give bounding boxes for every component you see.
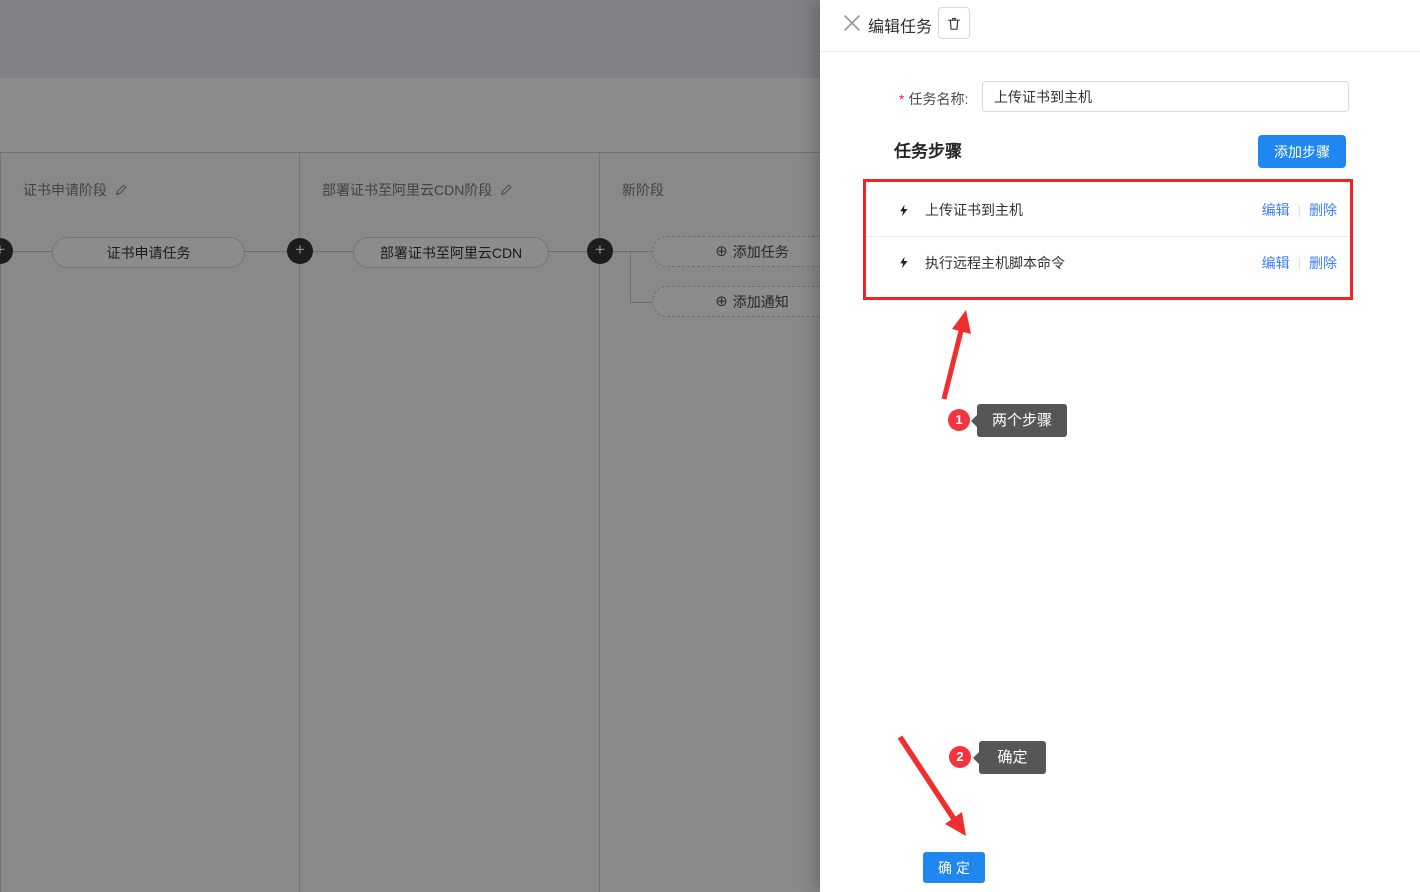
task-name-input[interactable] <box>982 81 1349 112</box>
step-label: 执行远程主机脚本命令 <box>925 253 1262 273</box>
add-step-button[interactable]: 添加步骤 <box>1258 135 1346 168</box>
close-icon[interactable] <box>844 15 860 31</box>
step-label: 上传证书到主机 <box>925 200 1262 220</box>
link-separator: | <box>1298 255 1301 270</box>
required-asterisk: * <box>899 91 904 107</box>
drawer-title: 编辑任务 <box>868 13 932 37</box>
delete-step-link[interactable]: 删除 <box>1309 200 1337 220</box>
annotation-badge-2: 2 <box>949 746 971 768</box>
lightning-icon <box>897 202 911 219</box>
task-steps-heading: 任务步骤 <box>894 137 962 162</box>
delete-task-button[interactable] <box>938 7 970 39</box>
task-name-label: *任务名称: <box>899 89 968 109</box>
lightning-icon <box>897 254 911 271</box>
edit-step-link[interactable]: 编辑 <box>1262 200 1290 220</box>
annotation-badge-1: 1 <box>948 409 970 431</box>
steps-list: 上传证书到主机 编辑 | 删除 执行远程主机脚本命令 编辑 | 删除 <box>866 184 1350 288</box>
annotation-tooltip-2: 确定 <box>979 741 1046 774</box>
drawer-mask-overlay[interactable] <box>0 0 820 892</box>
delete-step-link[interactable]: 删除 <box>1309 253 1337 273</box>
step-row: 上传证书到主机 编辑 | 删除 <box>866 184 1350 236</box>
edit-step-link[interactable]: 编辑 <box>1262 253 1290 273</box>
trash-icon <box>946 15 962 32</box>
confirm-button[interactable]: 确 定 <box>923 852 985 883</box>
drawer-header: 编辑任务 <box>820 0 1420 52</box>
edit-task-drawer: 编辑任务 *任务名称: 任务步骤 添加步骤 上传证书到主机 编辑 | 删除 执行… <box>820 0 1420 892</box>
annotation-tooltip-1: 两个步骤 <box>977 404 1067 437</box>
step-row: 执行远程主机脚本命令 编辑 | 删除 <box>866 236 1350 288</box>
link-separator: | <box>1298 203 1301 218</box>
